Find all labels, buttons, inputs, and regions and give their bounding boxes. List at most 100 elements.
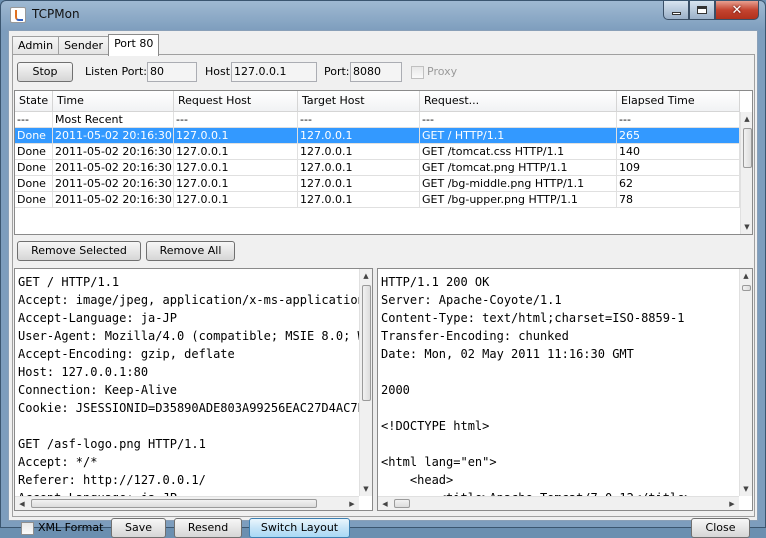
cell-state: Done (15, 176, 53, 191)
connections-table: State Time Request Host Target Host Requ… (14, 90, 753, 235)
port-field[interactable]: 8080 (350, 62, 402, 82)
close-icon: ✕ (731, 2, 743, 18)
maximize-icon (697, 6, 707, 14)
cell-request: GET /bg-middle.png HTTP/1.1 (420, 176, 617, 191)
response-vertical-scrollbar[interactable]: ▲ ▼ (739, 269, 752, 496)
scroll-up-arrow-icon[interactable]: ▲ (360, 269, 372, 283)
cell-elapsed-time: 62 (617, 176, 740, 191)
scroll-left-arrow-icon[interactable]: ◀ (15, 497, 29, 510)
scrollbar-thumb[interactable] (362, 285, 371, 401)
cell-request: --- (420, 112, 617, 127)
window-title: TCPMon (32, 7, 80, 21)
request-text: GET / HTTP/1.1 Accept: image/jpeg, appli… (18, 275, 373, 505)
minimize-button[interactable] (663, 1, 689, 20)
scroll-right-arrow-icon[interactable]: ▶ (725, 497, 739, 510)
maximize-button[interactable] (689, 1, 715, 20)
cell-state: Done (15, 144, 53, 159)
cell-elapsed-time: 140 (617, 144, 740, 159)
cell-request: GET / HTTP/1.1 (420, 128, 617, 143)
cell-target-host: 127.0.0.1 (298, 160, 420, 175)
cell-request-host: 127.0.0.1 (174, 144, 298, 159)
title-bar[interactable]: TCPMon ✕ (1, 1, 765, 29)
response-pane[interactable]: HTTP/1.1 200 OK Server: Apache-Coyote/1.… (377, 268, 753, 511)
cell-time: 2011-05-02 20:16:30 (53, 160, 174, 175)
cell-target-host: 127.0.0.1 (298, 128, 420, 143)
xml-format-checkbox[interactable] (21, 522, 34, 535)
table-row[interactable]: --- Most Recent --- --- --- --- (15, 112, 740, 128)
tab-port-80[interactable]: Port 80 (108, 34, 160, 56)
scrollbar-thumb[interactable] (743, 128, 752, 168)
request-vertical-scrollbar[interactable]: ▲ ▼ (359, 269, 372, 496)
tab-strip: Admin Sender Port 80 (12, 34, 160, 56)
listen-port-field[interactable]: 80 (147, 62, 197, 82)
scroll-up-arrow-icon[interactable]: ▲ (741, 112, 752, 126)
scrollbar-thumb[interactable] (742, 285, 751, 291)
tab-admin[interactable]: Admin (12, 36, 60, 55)
scroll-down-arrow-icon[interactable]: ▼ (740, 482, 752, 496)
column-request[interactable]: Request... (420, 91, 617, 112)
table-row[interactable]: Done 2011-05-02 20:16:30 127.0.0.1 127.0… (15, 144, 740, 160)
minimize-icon (671, 11, 681, 15)
table-row-selected[interactable]: Done 2011-05-02 20:16:30 127.0.0.1 127.0… (15, 128, 740, 144)
column-target-host[interactable]: Target Host (298, 91, 420, 112)
client-area: Admin Sender Port 80 Stop Listen Port: 8… (8, 30, 758, 538)
close-window-button[interactable]: ✕ (715, 1, 759, 20)
cell-time: 2011-05-02 20:16:30 (53, 176, 174, 191)
port-label: Port: (324, 65, 350, 78)
cell-target-host: 127.0.0.1 (298, 144, 420, 159)
remove-all-button[interactable]: Remove All (146, 241, 235, 261)
cell-time: Most Recent (53, 112, 174, 127)
cell-target-host: --- (298, 112, 420, 127)
cell-elapsed-time: 109 (617, 160, 740, 175)
table-row[interactable]: Done 2011-05-02 20:16:30 127.0.0.1 127.0… (15, 176, 740, 192)
cell-elapsed-time: 265 (617, 128, 740, 143)
table-vertical-scrollbar[interactable]: ▲ ▼ (740, 112, 752, 234)
close-button[interactable]: Close (691, 518, 750, 538)
table-header: State Time Request Host Target Host Requ… (15, 91, 740, 112)
column-state[interactable]: State (15, 91, 53, 112)
cell-time: 2011-05-02 20:16:30 (53, 128, 174, 143)
cell-target-host: 127.0.0.1 (298, 176, 420, 191)
proxy-checkbox[interactable] (411, 66, 424, 79)
cell-request: GET /bg-upper.png HTTP/1.1 (420, 192, 617, 207)
host-field[interactable]: 127.0.0.1 (231, 62, 317, 82)
scrollbar-thumb[interactable] (394, 499, 410, 508)
resend-button[interactable]: Resend (174, 518, 242, 538)
cell-request-host: --- (174, 112, 298, 127)
proxy-label: Proxy (427, 65, 458, 78)
scroll-up-arrow-icon[interactable]: ▲ (740, 269, 752, 283)
response-text: HTTP/1.1 200 OK Server: Apache-Coyote/1.… (381, 275, 692, 505)
remove-selected-button[interactable]: Remove Selected (17, 241, 141, 261)
table-row[interactable]: Done 2011-05-02 20:16:30 127.0.0.1 127.0… (15, 160, 740, 176)
cell-request: GET /tomcat.css HTTP/1.1 (420, 144, 617, 159)
tab-sender[interactable]: Sender (58, 36, 110, 55)
save-button[interactable]: Save (111, 518, 166, 538)
cell-time: 2011-05-02 20:16:30 (53, 192, 174, 207)
window-controls: ✕ (663, 1, 759, 20)
scroll-right-arrow-icon[interactable]: ▶ (345, 497, 359, 510)
scroll-left-arrow-icon[interactable]: ◀ (378, 497, 392, 510)
xml-format-label: XML Format (38, 521, 104, 534)
cell-elapsed-time: --- (617, 112, 740, 127)
request-pane[interactable]: GET / HTTP/1.1 Accept: image/jpeg, appli… (14, 268, 373, 511)
request-horizontal-scrollbar[interactable]: ◀ ▶ (15, 496, 359, 510)
column-elapsed-time[interactable]: Elapsed Time (617, 91, 740, 112)
scrollbar-thumb[interactable] (31, 499, 317, 508)
column-time[interactable]: Time (53, 91, 174, 112)
cell-state: Done (15, 192, 53, 207)
java-app-icon (10, 7, 26, 23)
cell-state: Done (15, 128, 53, 143)
scroll-down-arrow-icon[interactable]: ▼ (741, 220, 752, 234)
port-panel: Stop Listen Port: 80 Host: 127.0.0.1 Por… (12, 54, 755, 538)
listen-port-label: Listen Port: (85, 65, 147, 78)
cell-time: 2011-05-02 20:16:30 (53, 144, 174, 159)
stop-button[interactable]: Stop (17, 62, 73, 82)
switch-layout-button[interactable]: Switch Layout (249, 518, 350, 538)
cell-request: GET /tomcat.png HTTP/1.1 (420, 160, 617, 175)
table-row[interactable]: Done 2011-05-02 20:16:30 127.0.0.1 127.0… (15, 192, 740, 208)
host-label: Host: (205, 65, 234, 78)
scroll-down-arrow-icon[interactable]: ▼ (360, 482, 372, 496)
column-request-host[interactable]: Request Host (174, 91, 298, 112)
cell-request-host: 127.0.0.1 (174, 176, 298, 191)
response-horizontal-scrollbar[interactable]: ◀ ▶ (378, 496, 739, 510)
